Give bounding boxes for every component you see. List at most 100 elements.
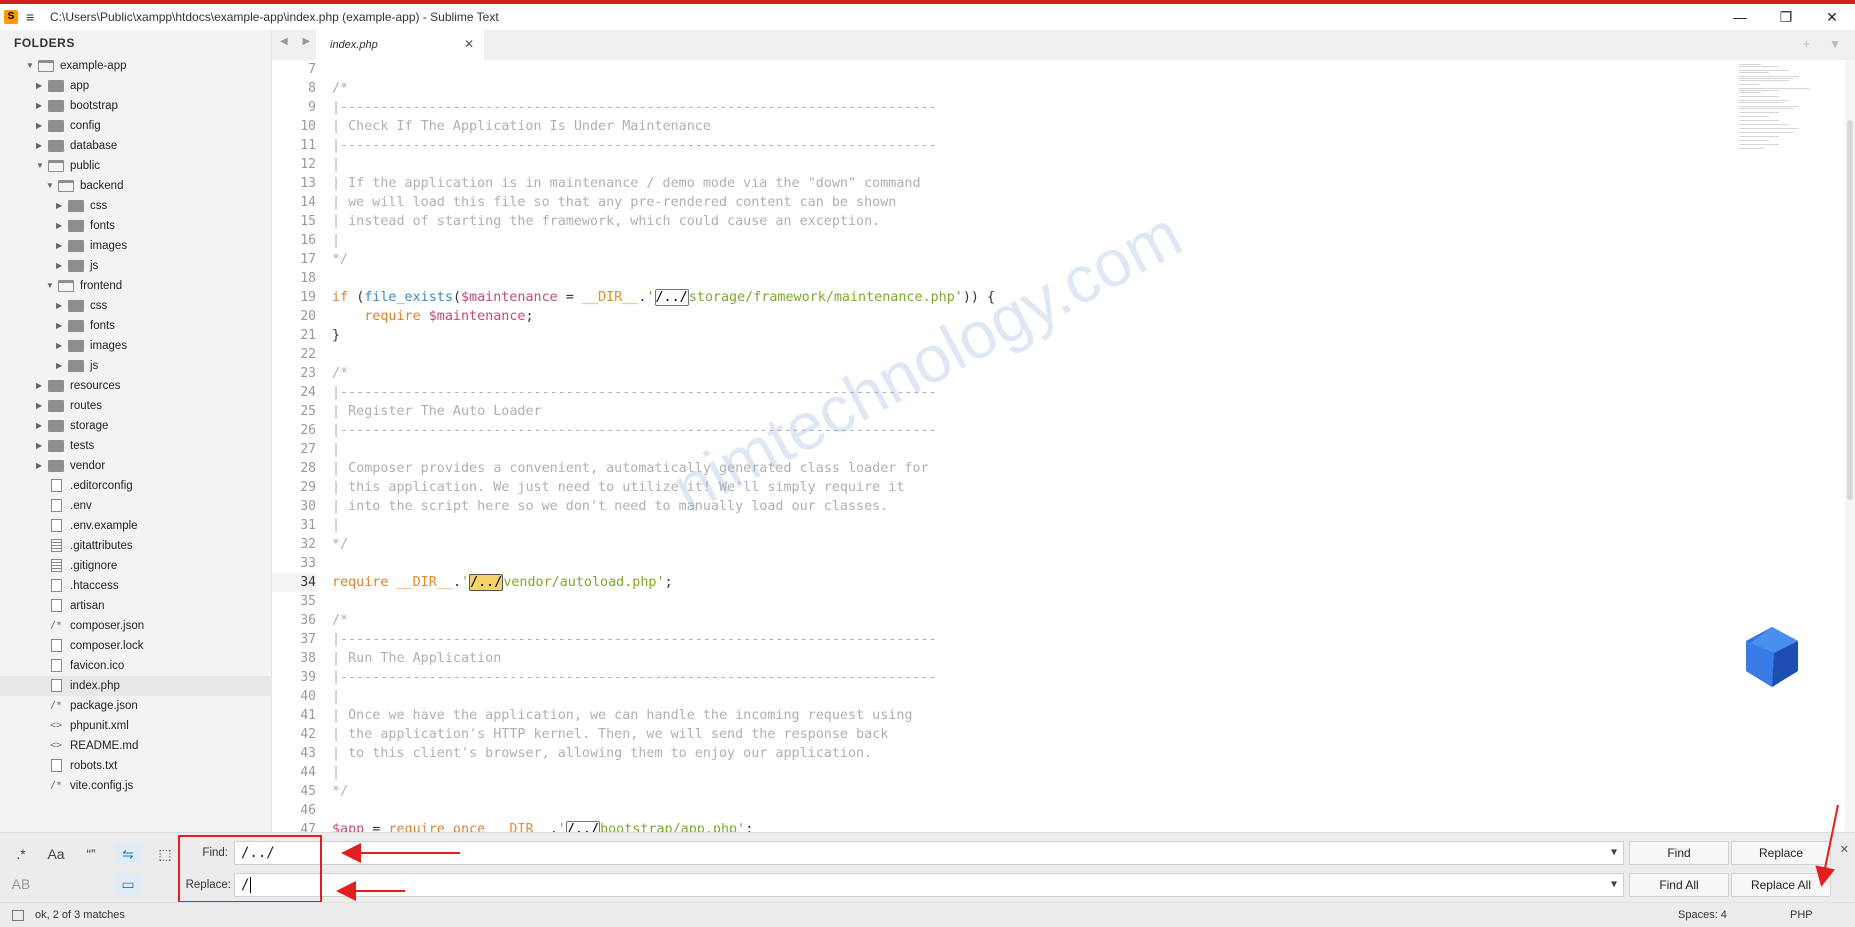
code-line[interactable]: | [332,231,1712,250]
expand-arrow-icon[interactable]: ▶ [36,96,46,116]
tab-close-icon[interactable]: ✕ [464,37,474,51]
sidebar-folder[interactable]: ▶ database [0,136,271,156]
sidebar-file[interactable]: .editorconfig [0,476,271,496]
code-line[interactable] [332,554,1712,573]
sidebar-file[interactable]: /* package.json [0,696,271,716]
in-selection-toggle-icon[interactable]: ⬚ [152,843,178,865]
code-line[interactable]: | into the script here so we don't need … [332,497,1712,516]
code-line[interactable]: | to this client's browser, allowing the… [332,744,1712,763]
highlight-matches-toggle-icon[interactable]: ▭ [115,873,141,895]
vertical-scrollbar[interactable] [1845,60,1855,832]
code-line[interactable]: */ [332,782,1712,801]
expand-arrow-icon[interactable]: ▶ [56,356,66,376]
minimize-button[interactable]: — [1717,4,1763,30]
sidebar-folder[interactable]: ▶ css [0,296,271,316]
sidebar-folder[interactable]: ▶ tests [0,436,271,456]
sidebar-folder[interactable]: ▶ fonts [0,216,271,236]
replace-all-button[interactable]: Replace All [1731,873,1831,897]
code-line[interactable]: | Run The Application [332,649,1712,668]
close-window-button[interactable]: ✕ [1809,4,1855,30]
expand-arrow-icon[interactable]: ▶ [36,416,46,436]
code-line[interactable]: | we will load this file so that any pre… [332,193,1712,212]
sidebar-file[interactable]: <> README.md [0,736,271,756]
expand-arrow-icon[interactable]: ▶ [36,376,46,396]
case-sensitive-toggle-icon[interactable]: Aa [43,843,69,865]
collapse-arrow-icon[interactable]: ▼ [26,56,36,76]
code-line[interactable]: | Check If The Application Is Under Main… [332,117,1712,136]
sidebar-folder[interactable]: ▶ storage [0,416,271,436]
code-line[interactable]: |---------------------------------------… [332,98,1712,117]
sidebar-folder[interactable]: ▶ vendor [0,456,271,476]
expand-arrow-icon[interactable]: ▶ [36,76,46,96]
code-line[interactable]: | [332,155,1712,174]
scrollbar-thumb[interactable] [1847,120,1853,500]
code-line[interactable]: $app = require_once __DIR__.'/../bootstr… [332,820,1712,832]
sidebar-folder[interactable]: ▶ config [0,116,271,136]
sidebar-file[interactable]: favicon.ico [0,656,271,676]
code-line[interactable]: /* [332,79,1712,98]
sidebar-file[interactable]: /* composer.json [0,616,271,636]
code-line[interactable]: | If the application is in maintenance /… [332,174,1712,193]
code-line[interactable]: | instead of starting the framework, whi… [332,212,1712,231]
sidebar-file[interactable]: index.php [0,676,271,696]
minimap[interactable] [1731,60,1831,180]
expand-arrow-icon[interactable]: ▶ [36,116,46,136]
sidebar-file[interactable]: <> phpunit.xml [0,716,271,736]
sidebar-folder[interactable]: ▶ images [0,336,271,356]
sidebar-folder[interactable]: ▼ frontend [0,276,271,296]
code-line[interactable]: |---------------------------------------… [332,383,1712,402]
code-area[interactable]: /* |-------------------------------------… [332,60,1712,832]
code-line[interactable]: |---------------------------------------… [332,668,1712,687]
code-line[interactable]: | Once we have the application, we can h… [332,706,1712,725]
hamburger-menu-icon[interactable]: ≡ [26,9,40,25]
code-line[interactable]: */ [332,535,1712,554]
sidebar-folder[interactable]: ▶ bootstrap [0,96,271,116]
sidebar-folder[interactable]: ▶ app [0,76,271,96]
code-line[interactable]: require __DIR__.'/../vendor/autoload.php… [332,573,1712,592]
expand-arrow-icon[interactable]: ▶ [56,316,66,336]
sidebar-file[interactable]: .gitignore [0,556,271,576]
sidebar-file[interactable]: robots.txt [0,756,271,776]
code-line[interactable]: |---------------------------------------… [332,421,1712,440]
wrap-toggle-icon[interactable]: ⇋ [115,843,141,865]
expand-arrow-icon[interactable]: ▶ [56,336,66,356]
preserve-case-toggle-icon[interactable]: AB [8,873,34,895]
expand-arrow-icon[interactable]: ▶ [36,396,46,416]
collapse-arrow-icon[interactable]: ▼ [46,276,56,296]
indentation-setting[interactable]: Spaces: 4 [1678,903,1727,927]
sidebar-folder[interactable]: ▶ images [0,236,271,256]
code-line[interactable] [332,592,1712,611]
code-line[interactable]: | [332,516,1712,535]
maximize-button[interactable]: ❐ [1763,4,1809,30]
code-line[interactable]: | Register The Auto Loader [332,402,1712,421]
expand-arrow-icon[interactable]: ▶ [56,196,66,216]
sidebar-folder[interactable]: ▶ css [0,196,271,216]
code-line[interactable]: | Composer provides a convenient, automa… [332,459,1712,478]
expand-arrow-icon[interactable]: ▶ [56,216,66,236]
sidebar-folder[interactable]: ▶ js [0,256,271,276]
sidebar-folder[interactable]: ▼ backend [0,176,271,196]
replace-button[interactable]: Replace [1731,841,1831,865]
code-line[interactable]: | the application's HTTP kernel. Then, w… [332,725,1712,744]
whole-word-toggle-icon[interactable]: “” [78,843,104,865]
code-line[interactable]: | [332,440,1712,459]
find-history-dropdown-icon[interactable]: ▼ [1611,842,1617,864]
expand-arrow-icon[interactable]: ▶ [56,236,66,256]
tab-add-dropdown-icon[interactable]: + ▼ [1803,37,1849,51]
code-line[interactable]: |---------------------------------------… [332,136,1712,155]
code-editor[interactable]: 7 8 9 10 11 12 13 14 15 16 17 18 19 20 21 22 23 24 25 26 27 2… [272,60,1855,832]
code-line[interactable]: /* [332,611,1712,630]
sidebar-folder[interactable]: ▶ resources [0,376,271,396]
code-line[interactable] [332,60,1712,79]
panel-toggle-icon[interactable] [12,910,24,921]
sidebar-file[interactable]: .env [0,496,271,516]
code-line[interactable]: | [332,687,1712,706]
sidebar-file[interactable]: .env.example [0,516,271,536]
find-all-button[interactable]: Find All [1629,873,1729,897]
regex-toggle-icon[interactable]: .* [8,843,34,865]
tab-nav-arrows-icon[interactable]: ◀ ▶ [280,36,316,47]
find-panel-close-icon[interactable]: ✕ [1840,843,1849,856]
sidebar-folder[interactable]: ▼ example-app [0,56,271,76]
sidebar-file[interactable]: /* vite.config.js [0,776,271,796]
sidebar-folder[interactable]: ▶ routes [0,396,271,416]
